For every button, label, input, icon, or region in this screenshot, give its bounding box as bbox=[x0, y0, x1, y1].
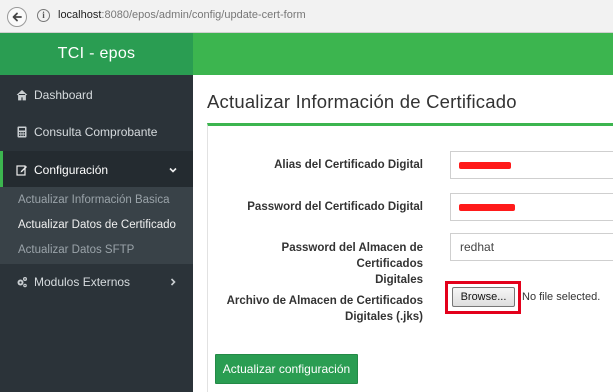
chevron-right-icon bbox=[170, 278, 176, 286]
file-label: Archivo de Almacen de Certificados Digit… bbox=[220, 293, 423, 325]
sidebar-item-configuracion[interactable]: Configuración bbox=[0, 151, 193, 189]
sidebar-item-modulos-externos[interactable]: Modulos Externos bbox=[0, 263, 193, 301]
submenu-item-datos-sftp[interactable]: Actualizar Datos SFTP bbox=[18, 244, 134, 256]
sidebar-item-label: Configuración bbox=[34, 163, 109, 177]
sidebar-item-label: Modulos Externos bbox=[34, 275, 131, 289]
no-file-text: No file selected. bbox=[522, 291, 601, 303]
top-navbar bbox=[193, 33, 613, 75]
browse-button[interactable]: Browse... bbox=[452, 287, 515, 307]
sidebar-item-label: Dashboard bbox=[34, 88, 93, 102]
browser-address-bar: i localhost:8080/epos/admin/config/updat… bbox=[0, 0, 613, 33]
sidebar: Dashboard Consulta Comprobante Configura… bbox=[0, 75, 193, 392]
calculator-icon bbox=[17, 126, 27, 138]
alias-label: Alias del Certificado Digital bbox=[274, 159, 423, 171]
update-config-button[interactable]: Actualizar configuración bbox=[215, 354, 358, 384]
redacted-value bbox=[459, 204, 515, 211]
configuracion-submenu: Actualizar Información Basica Actualizar… bbox=[0, 187, 193, 264]
brand-logo[interactable]: TCI - epos bbox=[0, 33, 193, 75]
url-path: :8080/epos/admin/config/update-cert-form bbox=[101, 9, 306, 21]
submenu-item-info-basica[interactable]: Actualizar Información Basica bbox=[18, 194, 169, 206]
url-host: localhost bbox=[58, 9, 102, 21]
chevron-down-icon bbox=[169, 167, 177, 173]
store-password-label-line1: Password del Almacen de Certificados bbox=[281, 242, 423, 270]
sidebar-item-label: Consulta Comprobante bbox=[34, 125, 158, 139]
submenu-item-datos-certificado[interactable]: Actualizar Datos de Certificado bbox=[18, 219, 176, 231]
sidebar-item-consulta-comprobante[interactable]: Consulta Comprobante bbox=[0, 113, 193, 151]
sidebar-item-dashboard[interactable]: Dashboard bbox=[0, 76, 193, 114]
home-icon bbox=[16, 89, 28, 101]
edit-icon bbox=[16, 165, 27, 176]
store-password-input[interactable]: redhat bbox=[450, 233, 613, 261]
back-button[interactable] bbox=[7, 7, 27, 27]
cogs-icon bbox=[17, 277, 27, 288]
alias-input[interactable] bbox=[450, 151, 613, 179]
page-title: Actualizar Información de Certificado bbox=[207, 91, 517, 112]
file-label-line2: Digitales (.jks) bbox=[345, 311, 423, 323]
file-label-line1: Archivo de Almacen de Certificados bbox=[226, 295, 423, 307]
store-password-label: Password del Almacen de Certificados Dig… bbox=[220, 240, 423, 288]
password-label: Password del Certificado Digital bbox=[247, 201, 423, 213]
info-icon[interactable]: i bbox=[37, 9, 50, 22]
arrow-left-icon bbox=[12, 12, 22, 22]
password-input[interactable] bbox=[450, 193, 613, 221]
store-password-label-line2: Digitales bbox=[375, 274, 423, 286]
redacted-value bbox=[459, 162, 511, 169]
url-field[interactable]: localhost:8080/epos/admin/config/update-… bbox=[58, 9, 306, 21]
